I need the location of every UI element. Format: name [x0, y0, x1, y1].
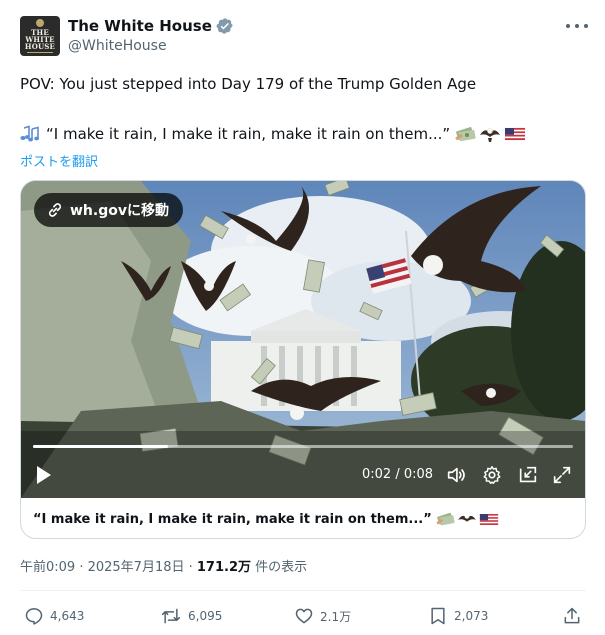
author-name-row: The White House: [68, 16, 234, 36]
eagle-icon: [457, 514, 476, 522]
money-icon: [455, 127, 476, 142]
video-controls: 0:02 / 0:08: [21, 457, 585, 493]
divider: [20, 590, 586, 591]
bookmark-button[interactable]: 2,073: [428, 606, 488, 626]
seal-icon: [36, 19, 44, 27]
money-icon: [436, 512, 455, 526]
settings-icon[interactable]: [481, 464, 503, 486]
avatar[interactable]: THE WHITE HOUSE: [20, 16, 60, 56]
video-card[interactable]: wh.govに移動 0:02 / 0:08 “I make it rain, I…: [20, 180, 586, 539]
card-caption[interactable]: “I make it rain, I make it rain, make it…: [33, 511, 499, 527]
like-icon: [295, 608, 313, 624]
reply-count: 4,643: [50, 609, 85, 623]
share-icon: [564, 607, 580, 624]
video-player[interactable]: wh.govに移動 0:02 / 0:08: [21, 181, 585, 498]
video-progress-fill: [33, 445, 168, 448]
like-count: 2.1万: [320, 609, 352, 624]
more-icon[interactable]: [566, 18, 588, 34]
card-caption-text: “I make it rain, I make it rain, make it…: [33, 511, 432, 527]
pip-icon[interactable]: [517, 464, 539, 486]
us-flag-icon: [504, 127, 526, 141]
tweet-quote: “I make it rain, I make it rain, make it…: [46, 125, 451, 143]
eagle-icon: [480, 128, 501, 142]
like-button[interactable]: 2.1万: [294, 606, 351, 626]
reply-button[interactable]: 4,643: [24, 606, 84, 626]
video-progress-bar[interactable]: [33, 445, 573, 448]
fullscreen-icon[interactable]: [551, 464, 573, 486]
translate-post-link[interactable]: ポストを翻訳: [20, 151, 98, 170]
go-to-site-button[interactable]: wh.govに移動: [34, 193, 183, 227]
verified-badge-icon[interactable]: [216, 17, 234, 35]
author-handle[interactable]: @WhiteHouse: [68, 38, 167, 54]
tweet-text-line1: POV: You just stepped into Day 179 of th…: [20, 75, 477, 93]
repost-button[interactable]: 6,095: [160, 606, 222, 626]
share-button[interactable]: [562, 606, 588, 626]
post-timestamp[interactable]: 午前0:09 · 2025年7月18日 ·: [20, 560, 197, 575]
views-count[interactable]: 171.2万: [197, 560, 251, 575]
repost-icon: [161, 608, 181, 624]
play-icon[interactable]: [35, 465, 53, 485]
repost-count: 6,095: [188, 609, 223, 623]
bookmark-icon: [431, 607, 445, 625]
music-notes-icon: [20, 125, 39, 142]
display-name[interactable]: The White House: [68, 17, 212, 35]
post-meta: 午前0:09 · 2025年7月18日 · 171.2万 件の表示: [20, 556, 307, 575]
reply-icon: [25, 608, 43, 625]
tweet-text-line2: “I make it rain, I make it rain, make it…: [20, 125, 526, 143]
link-icon: [48, 203, 62, 217]
video-frame: [21, 181, 585, 498]
volume-icon[interactable]: [445, 464, 467, 486]
us-flag-icon: [479, 513, 499, 525]
views-label: 件の表示: [251, 560, 308, 575]
go-to-site-label: wh.govに移動: [70, 203, 169, 219]
tweet-post: THE WHITE HOUSE The White House @WhiteHo…: [0, 0, 605, 635]
video-time: 0:02 / 0:08: [362, 467, 434, 482]
bookmark-count: 2,073: [454, 609, 489, 623]
